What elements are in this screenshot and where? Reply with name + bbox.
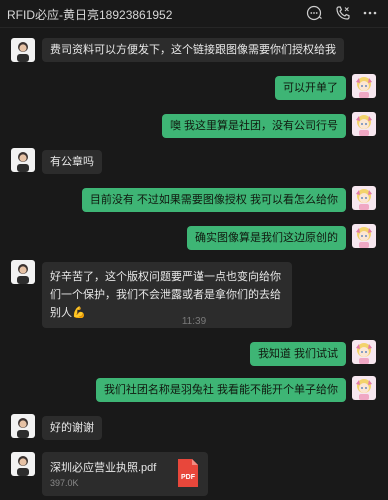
my-avatar[interactable] [352,74,376,98]
chat-header: RFID必应-黄日亮18923861952 [0,0,388,28]
contact-avatar[interactable] [11,452,35,476]
my-avatar[interactable] [352,186,376,210]
contact-avatar[interactable] [11,38,35,62]
contact-avatar[interactable] [11,260,35,284]
file-size: 397.0K [50,478,79,488]
message-bubble-outgoing[interactable]: 可以开单了 [275,76,346,100]
message-bubble-incoming[interactable]: 好的谢谢 [42,416,102,440]
file-name: 深圳必应营业执照.pdf [50,462,157,474]
my-avatar[interactable] [352,224,376,248]
message-bubble-outgoing[interactable]: 确实图像算是我们这边原创的 [187,226,346,250]
file-attachment-card[interactable]: 深圳必应营业执照.pdf 397.0K PDF [42,452,208,496]
message-bubble-outgoing[interactable]: 我们社团名称是羽兔社 我看能不能开个单子给你 [95,378,346,402]
message-bubble-incoming[interactable]: 有公章吗 [42,150,102,174]
message-bubble-outgoing[interactable]: 我知道 我们试试 [249,342,346,366]
pdf-badge-label: PDF [181,474,196,481]
chat-title: RFID必应-黄日亮18923861952 [7,8,173,22]
pdf-file-icon: PDF [176,458,200,488]
contact-avatar[interactable] [11,414,35,438]
message-bubble-outgoing[interactable]: 目前没有 不过如果需要图像授权 我可以看怎么给你 [81,188,346,212]
message-bubble-outgoing[interactable]: 噢 我这里算是社团，没有公司行号 [161,114,346,138]
more-icon[interactable] [361,4,379,22]
chat-bubble-more-icon[interactable] [305,4,323,22]
contact-avatar[interactable] [11,148,35,172]
timestamp: 11:39 [181,316,207,327]
phone-icon[interactable] [334,4,352,22]
my-avatar[interactable] [352,376,376,400]
my-avatar[interactable] [352,112,376,136]
message-bubble-incoming[interactable]: 费司资料可以方便发下，这个链接跟图像需要你们授权给我 [42,38,344,62]
my-avatar[interactable] [352,340,376,364]
